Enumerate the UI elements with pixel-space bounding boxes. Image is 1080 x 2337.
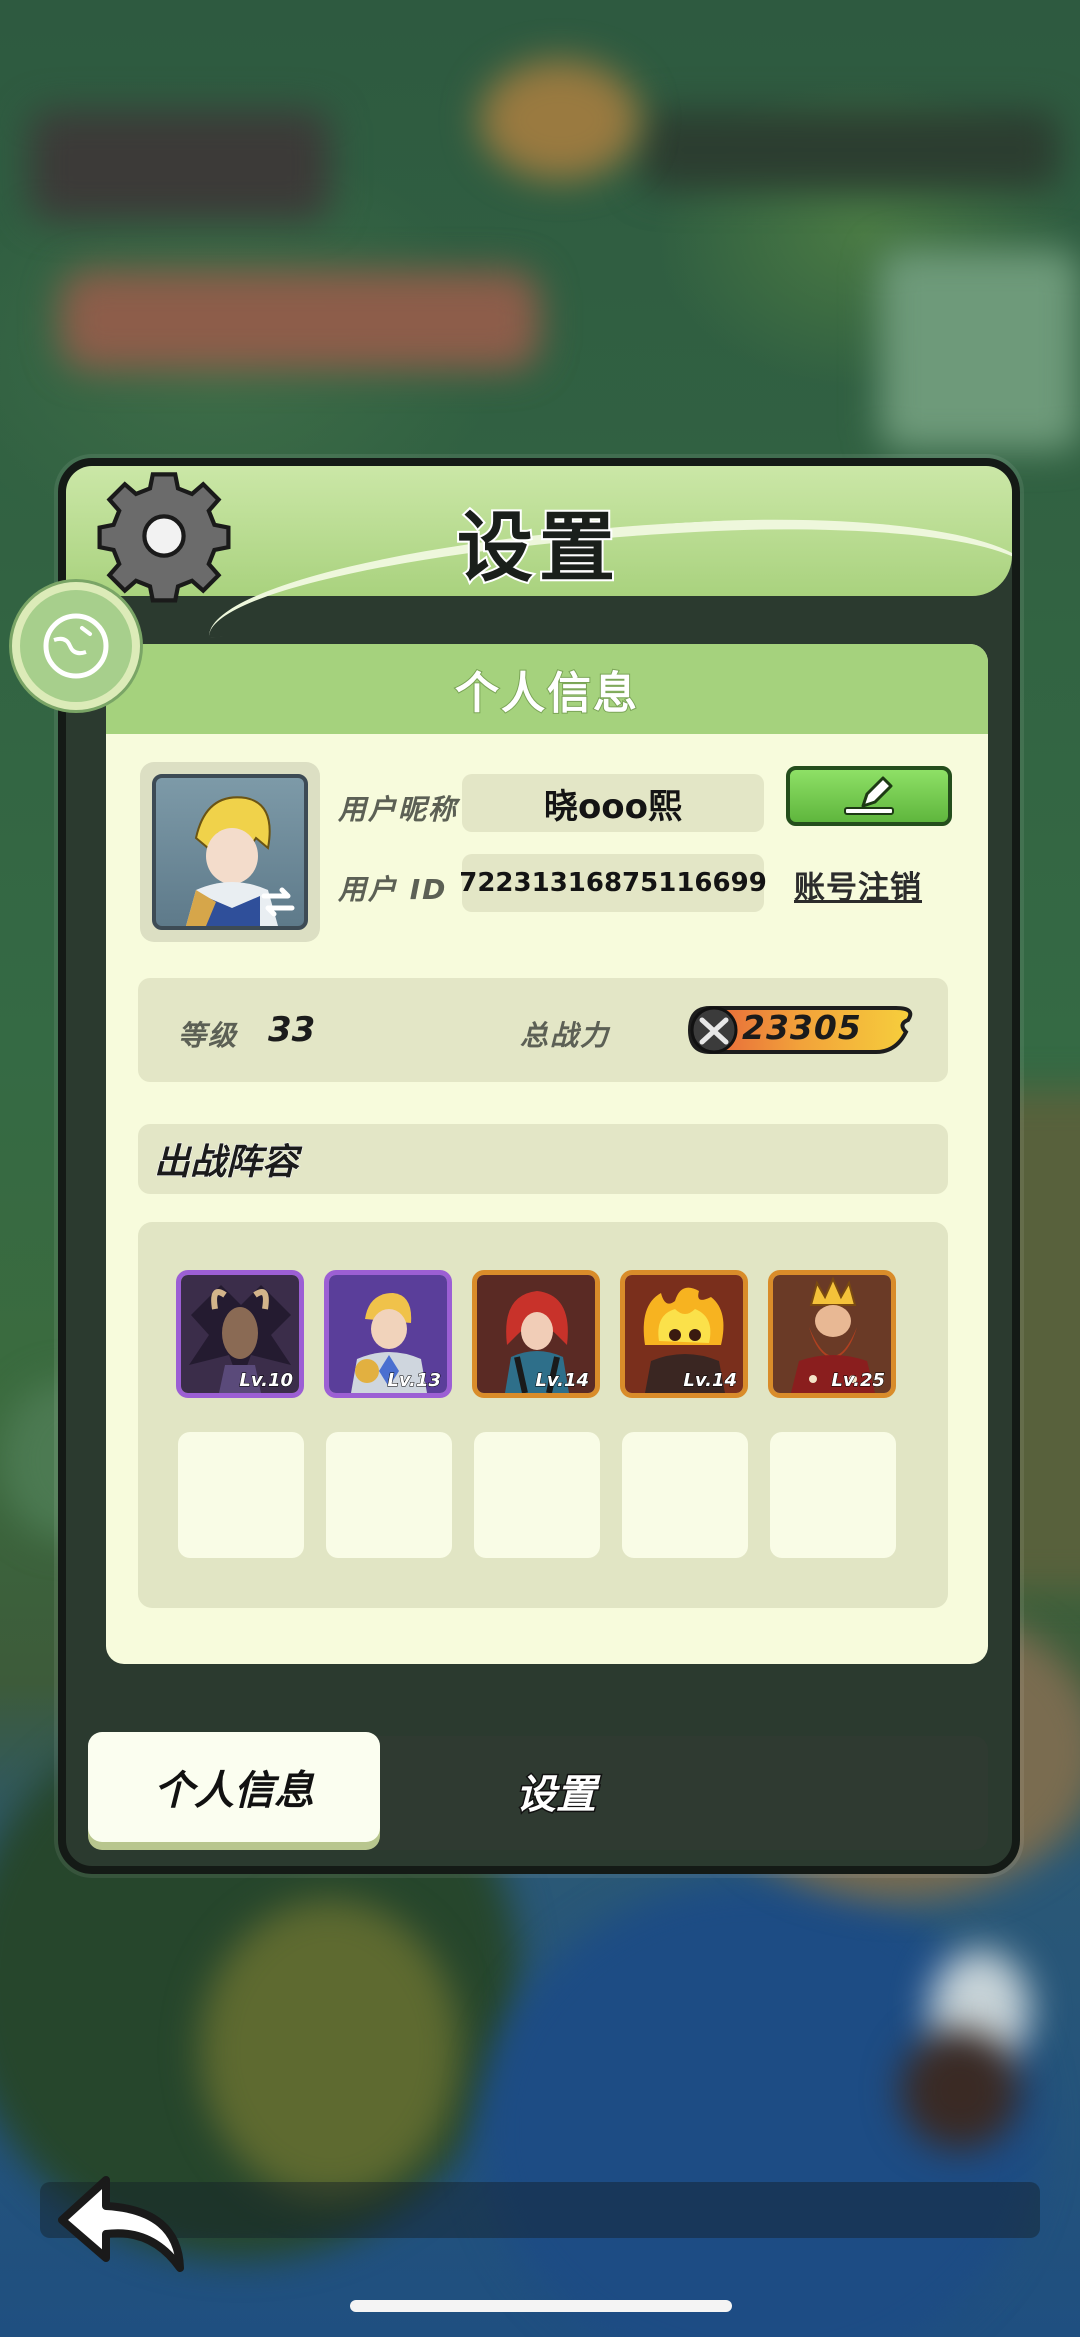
hero-slot-3[interactable]: Lv.14	[472, 1270, 600, 1398]
empty-hero-slot[interactable]	[326, 1432, 452, 1558]
power-label: 总战力	[520, 1019, 611, 1052]
hero-slot-2[interactable]: Lv.13	[324, 1270, 452, 1398]
profile-panel-header: 个人信息	[106, 644, 988, 734]
nickname-field: 晓ooo熙	[462, 774, 764, 832]
profile-panel: 个人信息 用户昵称 晓ooo熙 用户 ID 72231316875116699 …	[106, 644, 988, 1664]
planet-icon[interactable]	[12, 582, 140, 710]
pencil-icon	[844, 776, 894, 815]
lineup-title: 出战阵容	[153, 1142, 299, 1184]
hero-slot-4[interactable]: Lv.14	[620, 1270, 748, 1398]
tab-profile-label: 个人信息	[154, 1768, 314, 1814]
avatar-image	[152, 774, 308, 930]
nickname-label: 用户昵称	[338, 793, 459, 826]
back-button[interactable]	[56, 2170, 196, 2280]
level-value: 33	[268, 1010, 316, 1050]
back-arrow-icon	[58, 2176, 184, 2272]
stats-row: 等级 33 总战力 23305	[138, 978, 948, 1082]
user-id-label: 用户 ID	[338, 873, 448, 906]
hero-slot-5[interactable]: Lv.25	[768, 1270, 896, 1398]
planet-glyph-icon	[43, 613, 109, 679]
power-value: 23305	[742, 1008, 862, 1047]
hero-slot-1[interactable]: Lv.10	[176, 1270, 304, 1398]
empty-hero-slot[interactable]	[622, 1432, 748, 1558]
tab-settings[interactable]: 设置	[446, 1746, 666, 1836]
level-label: 等级	[178, 1019, 239, 1052]
empty-hero-slot[interactable]	[474, 1432, 600, 1558]
user-id-field: 72231316875116699	[459, 854, 767, 912]
power-badge: 23305	[686, 1002, 916, 1058]
lineup-header: 出战阵容	[138, 1124, 948, 1194]
profile-section-title: 个人信息	[454, 667, 639, 720]
empty-hero-slot[interactable]	[770, 1432, 896, 1558]
delete-account-link[interactable]: 账号注销	[794, 862, 922, 907]
tab-settings-label: 设置	[515, 1771, 598, 1820]
settings-modal: 设置 个人信息 用户昵称 晓ooo熙 用户 ID 722313168751166…	[58, 458, 1020, 1874]
home-indicator[interactable]	[350, 2300, 732, 2312]
hero-level: Lv.14	[535, 1370, 590, 1392]
hero-level: Lv.13	[387, 1370, 442, 1392]
modal-title: 设置	[455, 501, 621, 594]
lineup-box: Lv.10 Lv.13 Lv.14 Lv.14 Lv.25	[138, 1222, 948, 1608]
tab-profile[interactable]: 个人信息	[88, 1732, 380, 1842]
avatar[interactable]	[140, 762, 320, 942]
empty-hero-slot[interactable]	[178, 1432, 304, 1558]
hero-level: Lv.25	[831, 1370, 886, 1392]
hero-level: Lv.14	[683, 1370, 738, 1392]
edit-nickname-button[interactable]	[786, 766, 952, 826]
swap-avatar-icon[interactable]	[258, 882, 298, 922]
hero-level: Lv.10	[239, 1370, 294, 1392]
